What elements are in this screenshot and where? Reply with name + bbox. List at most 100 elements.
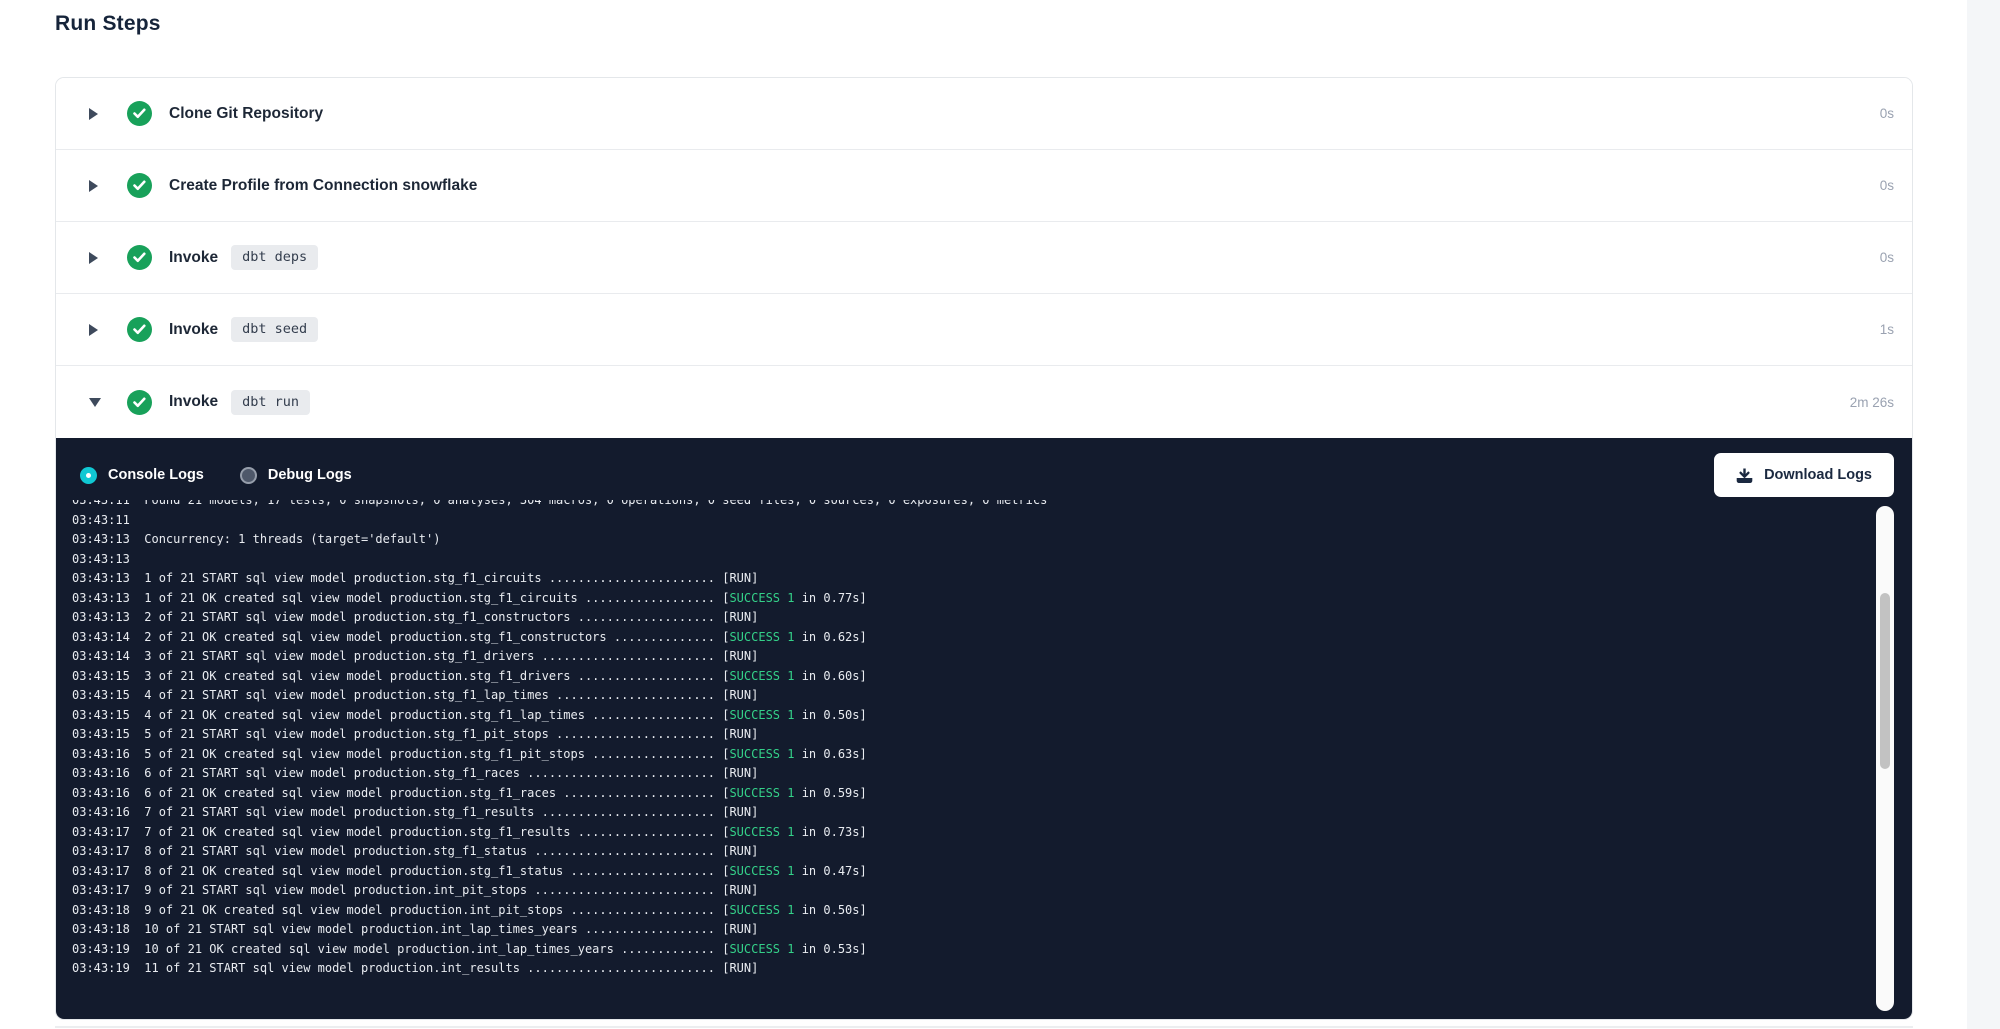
chevron-shape — [89, 180, 98, 192]
log-message: 3 of 21 OK created sql view model produc… — [130, 669, 730, 683]
log-message: Concurrency: 1 threads (target='default'… — [130, 532, 441, 546]
log-status-success: SUCCESS 1 — [729, 630, 794, 644]
log-timestamp: 03:43:16 — [72, 805, 130, 819]
log-message: 7 of 21 OK created sql view model produc… — [130, 825, 730, 839]
log-message: 9 of 21 OK created sql view model produc… — [130, 903, 730, 917]
step-row-3[interactable]: Invokedbt deps0s — [56, 222, 1912, 294]
log-line: 03:43:14 3 of 21 START sql view model pr… — [72, 647, 1868, 667]
download-icon — [1736, 467, 1753, 484]
log-message — [130, 513, 144, 527]
log-line: 03:43:13 Concurrency: 1 threads (target=… — [72, 530, 1868, 550]
radio-selected-icon[interactable] — [80, 467, 97, 484]
log-status-tail: in 0.50s] — [794, 708, 866, 722]
log-timestamp: 03:43:13 — [72, 591, 130, 605]
chevron-right-icon[interactable] — [89, 324, 105, 336]
console-scrollbar-track[interactable] — [1876, 506, 1894, 1011]
step-label: Invoke — [169, 249, 218, 267]
log-status-tail: RUN] — [729, 766, 758, 780]
log-status-tail: RUN] — [729, 844, 758, 858]
download-logs-button[interactable]: Download Logs — [1714, 453, 1894, 497]
log-message: 4 of 21 START sql view model production.… — [130, 688, 730, 702]
log-message: 10 of 21 OK created sql view model produ… — [130, 942, 730, 956]
log-timestamp: 03:43:15 — [72, 708, 130, 722]
run-steps-card: Clone Git Repository0sCreate Profile fro… — [55, 77, 1913, 1020]
log-line: 03:43:11 Found 21 models, 17 tests, 0 sn… — [72, 500, 1868, 511]
log-timestamp: 03:43:15 — [72, 727, 130, 741]
log-status-tail: RUN] — [729, 610, 758, 624]
log-status-tail: RUN] — [729, 571, 758, 585]
step-row-1[interactable]: Clone Git Repository0s — [56, 78, 1912, 150]
log-timestamp: 03:43:17 — [72, 883, 130, 897]
chevron-shape — [89, 398, 101, 407]
step-duration: 2m 26s — [1850, 395, 1894, 410]
bottom-divider — [55, 1026, 1913, 1028]
log-status-tail: in 0.73s] — [794, 825, 866, 839]
chevron-right-icon[interactable] — [89, 108, 105, 120]
page-title: Run Steps — [55, 12, 161, 36]
log-message: 6 of 21 START sql view model production.… — [130, 766, 730, 780]
log-timestamp: 03:43:11 — [72, 500, 130, 507]
log-line: 03:43:15 3 of 21 OK created sql view mod… — [72, 667, 1868, 687]
log-status-success: SUCCESS 1 — [729, 786, 794, 800]
log-status-success: SUCCESS 1 — [729, 825, 794, 839]
log-status-tail: in 0.50s] — [794, 903, 866, 917]
log-line: 03:43:17 8 of 21 OK created sql view mod… — [72, 862, 1868, 882]
log-line: 03:43:16 6 of 21 OK created sql view mod… — [72, 784, 1868, 804]
console-logs-radio[interactable]: Console Logs — [80, 467, 204, 484]
log-message: 1 of 21 START sql view model production.… — [130, 571, 730, 585]
step-row-4[interactable]: Invokedbt seed1s — [56, 294, 1912, 366]
right-edge-gutter — [1967, 0, 2000, 1029]
log-line: 03:43:11 — [72, 511, 1868, 531]
step-command-badge: dbt deps — [231, 245, 318, 270]
debug-logs-label: Debug Logs — [268, 467, 352, 483]
console-log-output: 03:43:11 Found 21 models, 17 tests, 0 sn… — [72, 500, 1868, 1009]
chevron-right-icon[interactable] — [89, 180, 105, 192]
log-message: 1 of 21 OK created sql view model produc… — [130, 591, 730, 605]
log-status-tail: in 0.47s] — [794, 864, 866, 878]
download-logs-label: Download Logs — [1764, 467, 1872, 483]
log-timestamp: 03:43:19 — [72, 942, 130, 956]
debug-logs-radio[interactable]: Debug Logs — [240, 467, 352, 484]
check-circle-icon — [127, 173, 152, 198]
step-row-5[interactable]: Invokedbt run2m 26s — [56, 366, 1912, 438]
log-line: 03:43:13 — [72, 550, 1868, 570]
log-message: 7 of 21 START sql view model production.… — [130, 805, 730, 819]
log-message: 2 of 21 OK created sql view model produc… — [130, 630, 730, 644]
log-status-tail: in 0.60s] — [794, 669, 866, 683]
chevron-shape — [89, 252, 98, 264]
log-line: 03:43:19 11 of 21 START sql view model p… — [72, 959, 1868, 979]
console-scrollbar-thumb[interactable] — [1880, 593, 1890, 769]
radio-unselected-icon[interactable] — [240, 467, 257, 484]
log-line: 03:43:15 4 of 21 START sql view model pr… — [72, 686, 1868, 706]
log-status-success: SUCCESS 1 — [729, 669, 794, 683]
chevron-right-icon[interactable] — [89, 252, 105, 264]
step-label: Create Profile from Connection snowflake — [169, 177, 477, 195]
log-status-tail: RUN] — [729, 805, 758, 819]
log-line: 03:43:16 5 of 21 OK created sql view mod… — [72, 745, 1868, 765]
chevron-shape — [89, 108, 98, 120]
log-status-tail: RUN] — [729, 727, 758, 741]
check-circle-icon — [127, 390, 152, 415]
chevron-shape — [89, 324, 98, 336]
log-line: 03:43:13 1 of 21 START sql view model pr… — [72, 569, 1868, 589]
log-line: 03:43:17 7 of 21 OK created sql view mod… — [72, 823, 1868, 843]
log-message: 3 of 21 START sql view model production.… — [130, 649, 730, 663]
log-status-success: SUCCESS 1 — [729, 864, 794, 878]
check-circle-icon — [127, 245, 152, 270]
step-row-2[interactable]: Create Profile from Connection snowflake… — [56, 150, 1912, 222]
log-line: 03:43:18 9 of 21 OK created sql view mod… — [72, 901, 1868, 921]
log-status-success: SUCCESS 1 — [729, 591, 794, 605]
check-circle-icon — [127, 317, 152, 342]
log-message: 8 of 21 START sql view model production.… — [130, 844, 730, 858]
log-line: 03:43:14 2 of 21 OK created sql view mod… — [72, 628, 1868, 648]
log-timestamp: 03:43:17 — [72, 864, 130, 878]
log-timestamp: 03:43:15 — [72, 669, 130, 683]
log-message: 10 of 21 START sql view model production… — [130, 922, 730, 936]
log-timestamp: 03:43:13 — [72, 571, 130, 585]
log-timestamp: 03:43:17 — [72, 825, 130, 839]
log-message: 5 of 21 START sql view model production.… — [130, 727, 730, 741]
step-label: Invoke — [169, 321, 218, 339]
log-line: 03:43:16 7 of 21 START sql view model pr… — [72, 803, 1868, 823]
chevron-down-icon[interactable] — [89, 398, 105, 407]
log-line: 03:43:17 9 of 21 START sql view model pr… — [72, 881, 1868, 901]
